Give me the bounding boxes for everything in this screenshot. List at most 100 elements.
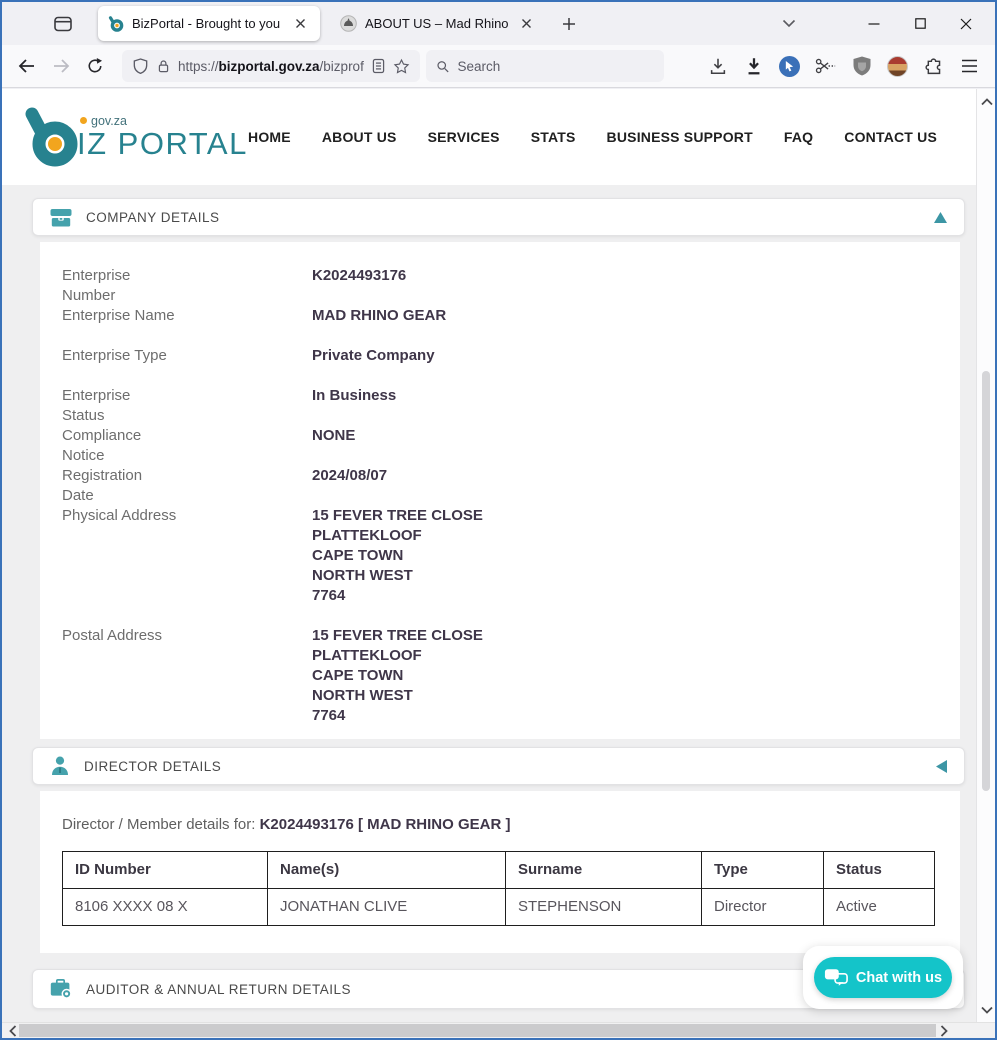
vertical-scrollbar[interactable] [976, 89, 995, 1022]
firefox-view-button[interactable] [46, 7, 80, 41]
menu-button[interactable] [954, 51, 985, 82]
director-details-panel: Director / Member details for: K20244931… [40, 791, 960, 953]
nav-business-support[interactable]: BUSINESS SUPPORT [607, 129, 753, 145]
auditor-briefcase-icon [50, 979, 72, 999]
window-controls [773, 2, 989, 45]
cursor-extension-button[interactable] [774, 51, 805, 82]
tab-close-button[interactable] [290, 14, 310, 34]
scrollbar-thumb[interactable] [982, 371, 990, 791]
cell-id-number: 8106 XXXX 08 X [63, 889, 268, 926]
field-physical-address: Physical Address 15 FEVER TREE CLOSE PLA… [62, 506, 938, 606]
forward-button[interactable] [44, 49, 78, 83]
director-details-header[interactable]: DIRECTOR DETAILS [32, 747, 965, 785]
download-icon [708, 56, 728, 76]
search-bar[interactable] [426, 50, 664, 82]
director-intro-company: K2024493176 [ MAD RHINO GEAR ] [260, 816, 511, 833]
tab-close-button[interactable] [516, 14, 536, 34]
scroll-right-button[interactable] [936, 1023, 951, 1038]
cursor-icon [779, 56, 800, 77]
nav-home[interactable]: HOME [248, 129, 291, 145]
list-all-tabs-button[interactable] [773, 8, 805, 40]
back-arrow-icon [18, 58, 36, 74]
maximize-button[interactable] [897, 2, 943, 45]
table-header-row: ID Number Name(s) Surname Type Status [63, 852, 935, 889]
cell-type: Director [702, 889, 824, 926]
logo-wordmark: IZ PORTAL [77, 128, 248, 161]
search-input[interactable] [458, 59, 654, 74]
director-person-icon [50, 756, 70, 776]
field-enterprise-number: Enterprise Number K2024493176 [62, 266, 938, 306]
shield-icon [132, 57, 149, 75]
scroll-down-button[interactable] [979, 1002, 994, 1017]
close-window-button[interactable] [943, 2, 989, 45]
close-icon [960, 18, 972, 30]
browser-toolbar: https://bizportal.gov.za/bizprofile. [2, 45, 995, 88]
collapse-triangle-up-icon[interactable] [934, 212, 947, 223]
close-icon [295, 18, 306, 29]
scrollbar-thumb[interactable] [19, 1024, 936, 1037]
ublock-origin-button[interactable] [846, 51, 877, 82]
bookmark-star-icon[interactable] [393, 58, 410, 75]
nav-about-us[interactable]: ABOUT US [322, 129, 397, 145]
forward-arrow-icon [52, 58, 70, 74]
cell-status: Active [824, 889, 935, 926]
nav-services[interactable]: SERVICES [428, 129, 500, 145]
field-enterprise-name: Enterprise Name MAD RHINO GEAR [62, 306, 938, 346]
downloads-button[interactable] [702, 51, 733, 82]
hamburger-icon [961, 59, 978, 73]
col-names: Name(s) [268, 852, 506, 889]
horizontal-scrollbar[interactable] [2, 1022, 995, 1038]
minimize-button[interactable] [851, 2, 897, 45]
biz-b-glyph-icon [24, 106, 80, 168]
new-tab-button[interactable] [554, 9, 584, 39]
field-postal-address: Postal Address 15 FEVER TREE CLOSE PLATT… [62, 626, 938, 726]
maximize-icon [915, 18, 926, 29]
url-text: https://bizportal.gov.za/bizprofile. [178, 59, 364, 74]
field-enterprise-type: Enterprise Type Private Company [62, 346, 938, 386]
ublock-shield-icon [853, 56, 871, 76]
col-status: Status [824, 852, 935, 889]
chevron-down-icon [782, 19, 796, 28]
col-type: Type [702, 852, 824, 889]
scroll-left-button[interactable] [5, 1023, 20, 1038]
toolbar-extensions [702, 51, 987, 82]
chat-with-us-button[interactable]: Chat with us [814, 957, 952, 998]
chevron-right-icon [940, 1025, 948, 1037]
avatar [887, 56, 908, 77]
collapse-triangle-left-icon[interactable] [936, 760, 947, 773]
reload-button[interactable] [78, 49, 112, 83]
field-enterprise-status: Enterprise Status In Business [62, 386, 938, 426]
nav-contact-us[interactable]: CONTACT US [844, 129, 937, 145]
rhino-favicon [340, 15, 357, 32]
nav-stats[interactable]: STATS [531, 129, 576, 145]
company-details-header[interactable]: COMPANY DETAILS [32, 198, 965, 236]
tab-bizportal[interactable]: BizPortal - Brought to you by th [98, 6, 320, 41]
page-content: COMPANY DETAILS Enterprise Number K20244… [2, 185, 976, 1022]
scissors-icon [815, 57, 836, 75]
chevron-left-icon [9, 1025, 17, 1037]
back-button[interactable] [10, 49, 44, 83]
tab-title: BizPortal - Brought to you by th [132, 16, 282, 31]
reader-mode-icon[interactable] [371, 58, 386, 74]
col-id-number: ID Number [63, 852, 268, 889]
tab-about-us[interactable]: ABOUT US – Mad Rhino Gear [330, 6, 546, 41]
minimize-icon [868, 18, 880, 30]
profile-avatar-button[interactable] [882, 51, 913, 82]
chat-widget: Chat with us [803, 946, 963, 1009]
cell-surname: STEPHENSON [506, 889, 702, 926]
tab-title: ABOUT US – Mad Rhino Gear [365, 16, 508, 31]
bizportal-logo[interactable]: gov.za IZ PORTAL [24, 106, 248, 168]
url-bar[interactable]: https://bizportal.gov.za/bizprofile. [122, 50, 420, 82]
main-navigation: HOME ABOUT US SERVICES STATS BUSINESS SU… [248, 129, 973, 145]
download-helper-button[interactable] [738, 51, 769, 82]
screenshot-extension-button[interactable] [810, 51, 841, 82]
firefox-view-icon [52, 13, 74, 35]
puzzle-piece-icon [924, 57, 943, 76]
scroll-up-button[interactable] [979, 94, 994, 109]
extensions-button[interactable] [918, 51, 949, 82]
nav-faq[interactable]: FAQ [784, 129, 813, 145]
section-title: DIRECTOR DETAILS [84, 759, 221, 774]
chevron-up-icon [981, 98, 993, 106]
plus-icon [562, 17, 576, 31]
field-compliance-notice: Compliance Notice NONE [62, 426, 938, 466]
